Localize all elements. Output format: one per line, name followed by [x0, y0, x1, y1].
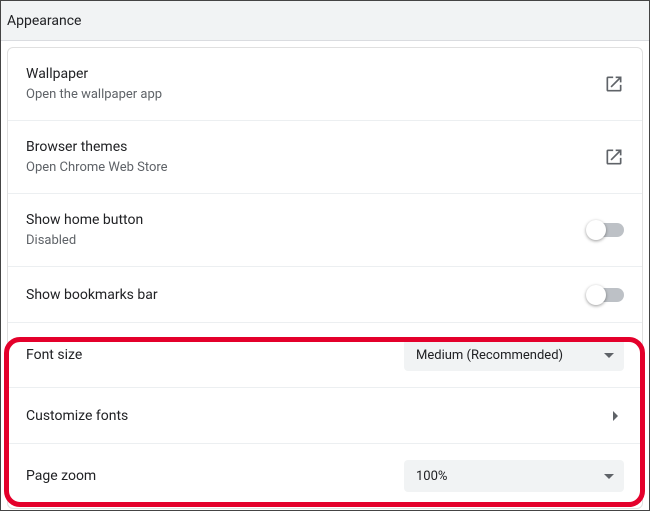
bookmarks-bar-toggle[interactable]	[588, 288, 624, 302]
section-header: Appearance	[1, 1, 649, 41]
page-zoom-title: Page zoom	[26, 466, 96, 486]
customize-fonts-title: Customize fonts	[26, 406, 128, 426]
home-button-text: Show home button Disabled	[26, 210, 143, 250]
wallpaper-sub: Open the wallpaper app	[26, 86, 162, 104]
wallpaper-row[interactable]: Wallpaper Open the wallpaper app	[8, 48, 642, 120]
home-button-sub: Disabled	[26, 232, 143, 250]
bookmarks-bar-row: Show bookmarks bar	[8, 266, 642, 322]
customize-fonts-row[interactable]: Customize fonts	[8, 387, 642, 443]
settings-panel: Wallpaper Open the wallpaper app Browser…	[7, 47, 643, 509]
themes-title: Browser themes	[26, 137, 168, 157]
font-size-value: Medium (Recommended)	[416, 348, 563, 363]
chevron-down-icon	[604, 474, 614, 479]
settings-frame: Appearance Wallpaper Open the wallpaper …	[0, 0, 650, 511]
home-button-row: Show home button Disabled	[8, 193, 642, 266]
toggle-knob	[586, 220, 606, 240]
bookmarks-bar-text: Show bookmarks bar	[26, 285, 158, 305]
chevron-down-icon	[604, 353, 614, 358]
themes-sub: Open Chrome Web Store	[26, 159, 168, 177]
font-size-title: Font size	[26, 345, 82, 365]
themes-text: Browser themes Open Chrome Web Store	[26, 137, 168, 177]
chevron-right-icon	[613, 411, 618, 421]
external-link-icon	[604, 147, 624, 167]
page-zoom-dropdown[interactable]: 100%	[404, 460, 624, 492]
themes-row[interactable]: Browser themes Open Chrome Web Store	[8, 120, 642, 193]
wallpaper-text: Wallpaper Open the wallpaper app	[26, 64, 162, 104]
page-zoom-value: 100%	[416, 469, 447, 484]
toggle-knob	[586, 285, 606, 305]
section-title: Appearance	[7, 13, 81, 29]
home-button-toggle[interactable]	[588, 223, 624, 237]
font-size-dropdown[interactable]: Medium (Recommended)	[404, 339, 624, 371]
wallpaper-title: Wallpaper	[26, 64, 162, 84]
bookmarks-bar-title: Show bookmarks bar	[26, 285, 158, 305]
home-button-title: Show home button	[26, 210, 143, 230]
font-size-row: Font size Medium (Recommended)	[8, 322, 642, 387]
page-zoom-row: Page zoom 100%	[8, 443, 642, 508]
external-link-icon	[604, 74, 624, 94]
